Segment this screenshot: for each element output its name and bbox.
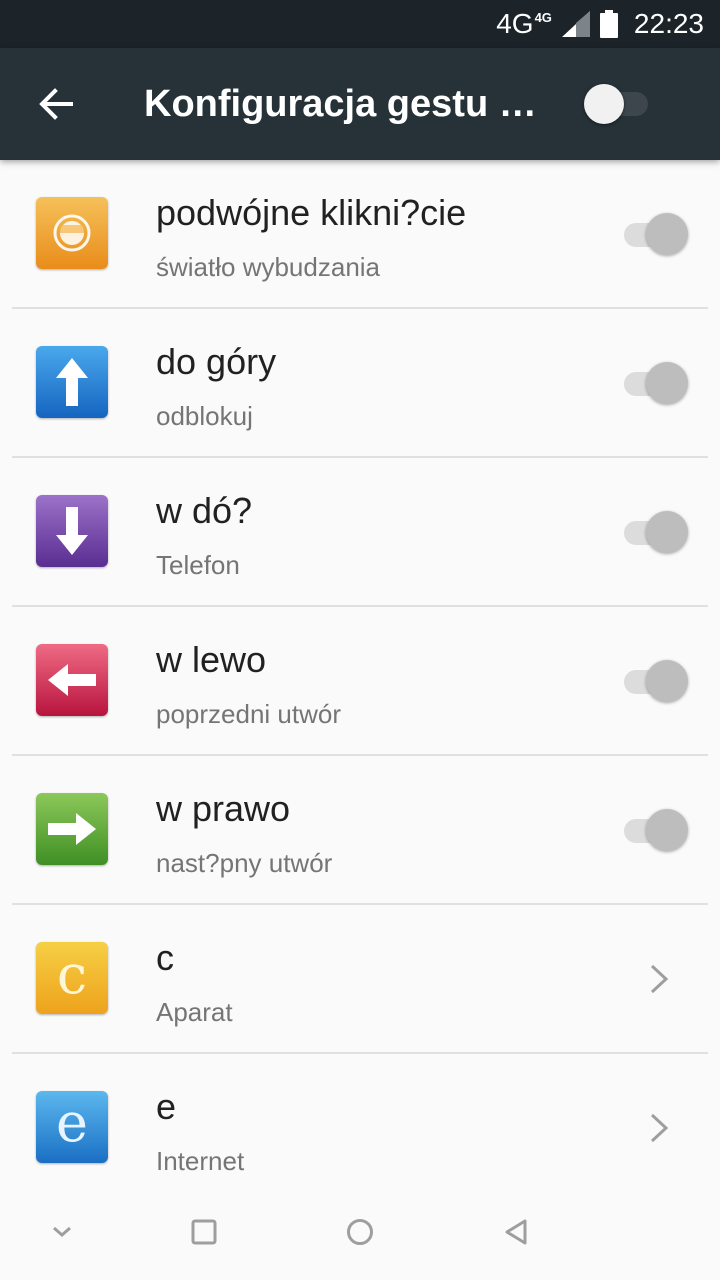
gesture-list: podwójne klikni?cie światło wybudzania d… bbox=[0, 160, 720, 1184]
toggle-switch[interactable] bbox=[620, 362, 692, 404]
toggle-thumb bbox=[646, 511, 688, 553]
item-subtitle: Internet bbox=[156, 1146, 245, 1176]
item-title: w dó? bbox=[156, 490, 253, 531]
item-subtitle: odblokuj bbox=[156, 401, 253, 431]
battery-icon bbox=[599, 10, 618, 38]
chevron-right-icon[interactable] bbox=[644, 961, 674, 997]
letter-c-icon: c bbox=[36, 942, 108, 1014]
arrow-back-icon bbox=[39, 88, 73, 120]
network-type: 4G bbox=[496, 8, 534, 39]
nav-collapse-button[interactable] bbox=[44, 1214, 80, 1250]
nav-back-button[interactable] bbox=[498, 1214, 534, 1250]
network-type-small: 4G bbox=[534, 10, 552, 25]
item-subtitle: nast?pny utwór bbox=[156, 848, 333, 878]
arrow-right-icon bbox=[36, 793, 108, 865]
list-item-swipe-right[interactable]: w prawo nast?pny utwór bbox=[0, 756, 720, 905]
signal-icon bbox=[561, 11, 590, 37]
navigation-bar bbox=[0, 1184, 720, 1280]
list-item-letter-e[interactable]: e e Internet bbox=[0, 1054, 720, 1184]
status-bar: 4G 4G 22:23 bbox=[0, 0, 720, 48]
nav-home-icon bbox=[347, 1219, 373, 1245]
chevron-right-icon[interactable] bbox=[644, 1110, 674, 1146]
item-title: podwójne klikni?cie bbox=[156, 192, 467, 233]
toggle-switch[interactable] bbox=[620, 809, 692, 851]
network-indicator: 4G 4G bbox=[496, 8, 552, 40]
list-item-swipe-left[interactable]: w lewo poprzedni utwór bbox=[0, 607, 720, 756]
nav-recents-icon bbox=[191, 1219, 217, 1245]
toggle-thumb bbox=[646, 362, 688, 404]
arrow-left-icon bbox=[36, 644, 108, 716]
item-subtitle: Aparat bbox=[156, 997, 233, 1027]
list-item-double-tap[interactable]: podwójne klikni?cie światło wybudzania bbox=[0, 160, 720, 309]
arrow-up-icon bbox=[36, 346, 108, 418]
back-button[interactable] bbox=[0, 48, 112, 160]
toggle-switch[interactable] bbox=[620, 660, 692, 702]
toggle-switch[interactable] bbox=[620, 511, 692, 553]
nav-home-button[interactable] bbox=[342, 1214, 378, 1250]
page-title: Konfiguracja gestu w... bbox=[144, 82, 548, 125]
list-item-swipe-up[interactable]: do góry odblokuj bbox=[0, 309, 720, 458]
item-subtitle: Telefon bbox=[156, 550, 240, 580]
app-bar: Konfiguracja gestu w... bbox=[0, 48, 720, 160]
item-title: do góry bbox=[156, 341, 277, 382]
nav-recents-button[interactable] bbox=[186, 1214, 222, 1250]
list-item-swipe-down[interactable]: w dó? Telefon bbox=[0, 458, 720, 607]
item-title: w lewo bbox=[156, 639, 267, 680]
item-subtitle: światło wybudzania bbox=[156, 252, 381, 282]
toggle-thumb bbox=[646, 213, 688, 255]
nav-collapse-icon bbox=[53, 1226, 71, 1237]
toggle-thumb bbox=[646, 809, 688, 851]
item-subtitle: poprzedni utwór bbox=[156, 699, 341, 729]
arrow-down-icon bbox=[36, 495, 108, 567]
letter-e-glyph: e bbox=[56, 1091, 88, 1154]
master-switch[interactable] bbox=[584, 84, 648, 124]
toggle-thumb bbox=[646, 660, 688, 702]
item-title: c bbox=[156, 937, 174, 978]
toggle-switch[interactable] bbox=[620, 213, 692, 255]
double-tap-icon bbox=[36, 197, 108, 269]
item-title: w prawo bbox=[156, 788, 291, 829]
nav-back-icon bbox=[505, 1219, 527, 1245]
master-switch-thumb bbox=[584, 84, 624, 124]
clock: 22:23 bbox=[633, 8, 704, 39]
letter-e-icon: e bbox=[36, 1091, 108, 1163]
item-title: e bbox=[156, 1086, 177, 1127]
letter-c-glyph: c bbox=[56, 943, 88, 1006]
list-item-letter-c[interactable]: c c Aparat bbox=[0, 905, 720, 1054]
